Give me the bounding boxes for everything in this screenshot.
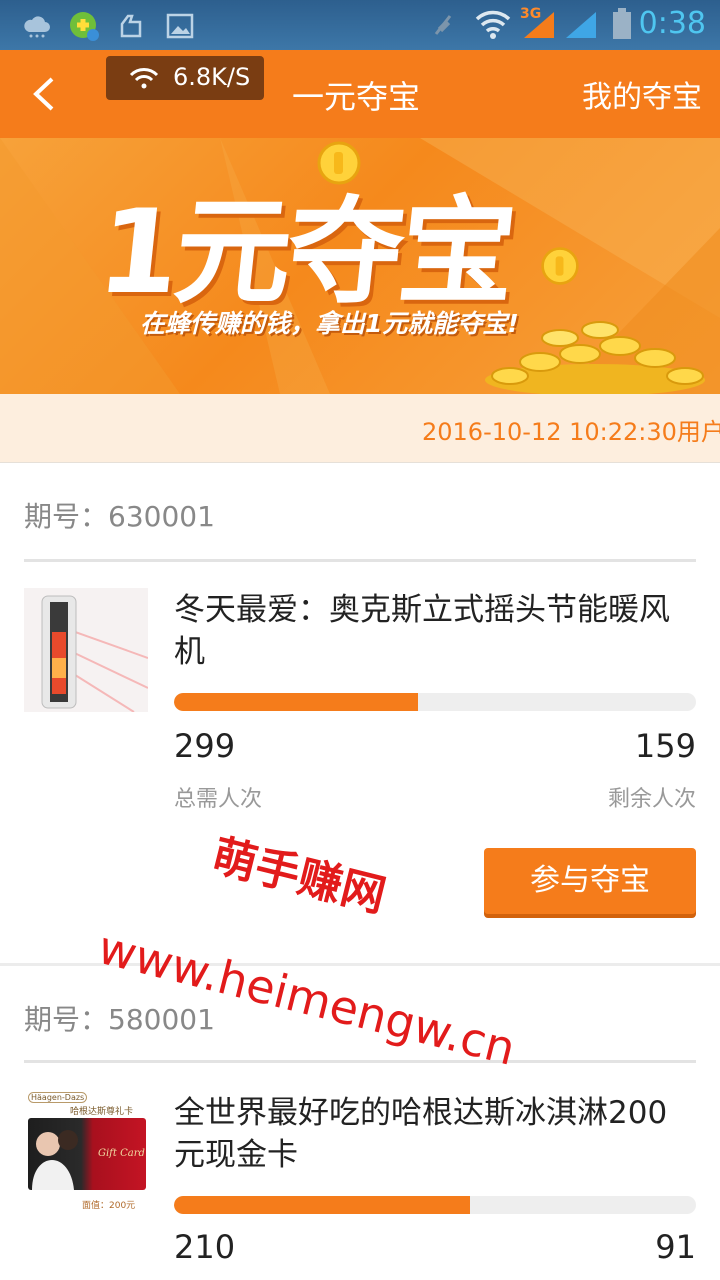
card-value: 面值：200元 <box>82 1201 136 1211</box>
status-bar: 3G 0:38 <box>0 0 720 50</box>
remaining-label: 剩余人次 <box>607 787 696 812</box>
hand-app-icon <box>120 14 142 38</box>
join-button[interactable]: 参与夺宝 <box>484 848 696 914</box>
total-count: 210 <box>174 1228 236 1266</box>
card-title: 哈根达斯尊礼卡 <box>70 1107 134 1117</box>
product-image[interactable]: Häagen-Dazs 哈根达斯尊礼卡 Gift Card 面值：200元 <box>24 1088 148 1212</box>
remaining-count: 159 <box>634 727 696 765</box>
card-brand: Häagen-Dazs <box>28 1092 88 1103</box>
battery-icon <box>613 8 631 39</box>
winner-ticker: 2016-10-12 10:22:30用户1 <box>0 394 720 463</box>
card-text: Gift Card <box>98 1148 145 1159</box>
signal-icon <box>524 12 554 38</box>
total-label: 总需人次 <box>174 787 263 812</box>
shield-app-icon <box>70 12 99 41</box>
wifi-icon <box>475 10 511 39</box>
mute-icon <box>434 15 452 35</box>
gold-coin-icon-2 <box>541 247 579 285</box>
page-title: 一元夺宝 <box>292 78 421 116</box>
progress-fill <box>174 1196 470 1214</box>
weather-cloud-icon <box>24 16 50 38</box>
divider <box>24 559 696 562</box>
period-number: 期号：580001 <box>24 1003 215 1036</box>
product-name[interactable]: 冬天最爱：奥克斯立式摇头节能暖风机 <box>174 589 694 673</box>
product-name[interactable]: 全世界最好吃的哈根达斯冰淇淋200元现金卡 <box>174 1092 694 1176</box>
progress-bar <box>174 1196 696 1214</box>
product-image[interactable] <box>24 588 148 712</box>
coin-pile-icon <box>485 321 705 394</box>
status-time: 0:38 <box>638 6 706 41</box>
banner-subline: 在蜂传赚的钱，拿出1元就能夺宝! <box>140 309 519 338</box>
gift-card-visual: Gift Card <box>28 1118 146 1190</box>
period-number: 期号：630001 <box>24 500 215 533</box>
total-count: 299 <box>174 727 236 765</box>
gallery-icon <box>166 13 194 39</box>
ticker-text: 2016-10-12 10:22:30用户1 <box>422 418 720 446</box>
app-bar: 6.8K/S 一元夺宝 我的夺宝 <box>0 50 720 138</box>
gold-coin-icon <box>317 141 361 185</box>
heater-image <box>24 588 148 712</box>
promo-banner[interactable]: 1元夺宝 在蜂传赚的钱，拿出1元就能夺宝! <box>0 138 720 394</box>
progress-bar <box>174 693 696 711</box>
progress-fill <box>174 693 419 711</box>
chevron-left-icon[interactable] <box>30 76 60 112</box>
network-speed-badge: 6.8K/S <box>106 56 264 100</box>
remaining-count: 91 <box>655 1228 696 1266</box>
banner-headline: 1元夺宝 <box>91 185 519 320</box>
couple-photo <box>32 1130 78 1190</box>
my-treasure-link[interactable]: 我的夺宝 <box>582 72 702 116</box>
divider <box>24 1060 696 1063</box>
signal-icon-2 <box>566 12 596 38</box>
network-speed: 6.8K/S <box>173 63 251 91</box>
wifi-small-icon <box>129 68 159 89</box>
